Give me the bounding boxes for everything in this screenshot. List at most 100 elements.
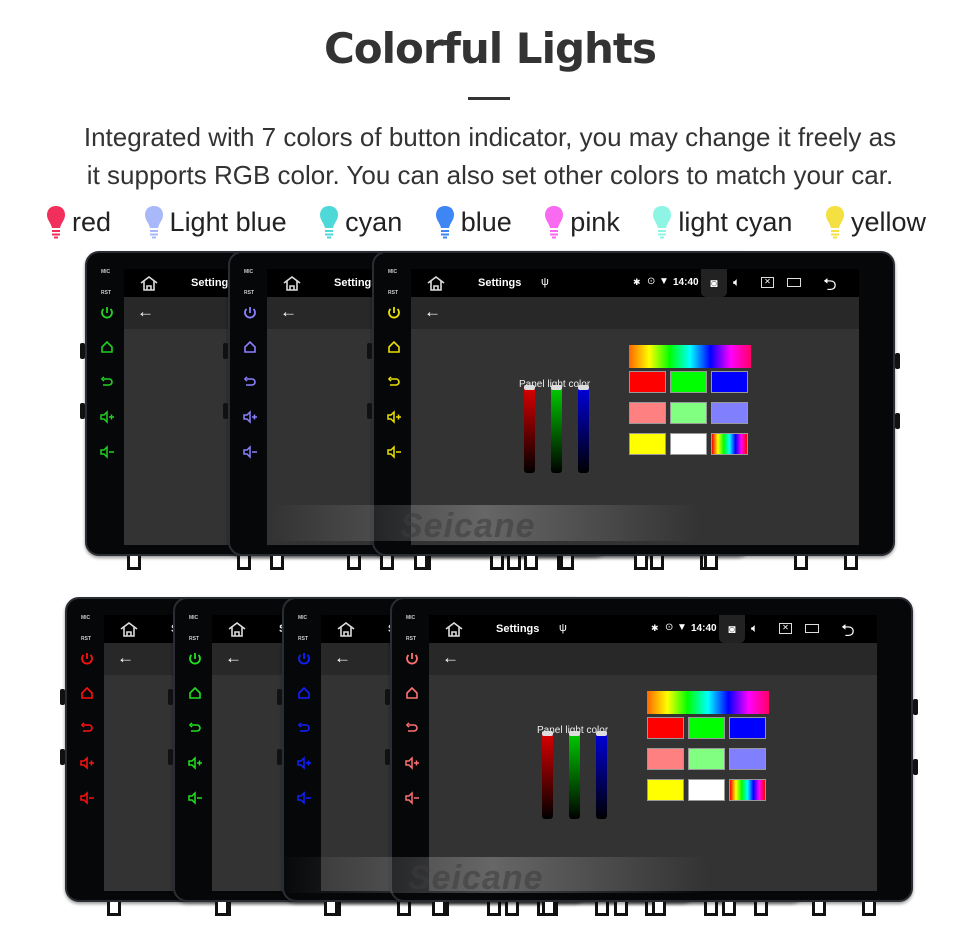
back-arrow-icon[interactable]: ← <box>117 648 134 668</box>
home-icon[interactable] <box>139 275 159 291</box>
rgb-slider[interactable] <box>542 731 553 819</box>
volume-up-icon[interactable] <box>187 755 203 771</box>
color-swatch[interactable] <box>688 748 725 770</box>
back-icon[interactable] <box>79 720 95 736</box>
volume-up-icon[interactable] <box>79 755 95 771</box>
volume-icon[interactable]: 🔈︎ <box>733 275 740 290</box>
color-swatch[interactable] <box>688 717 725 739</box>
home-icon[interactable] <box>386 339 402 355</box>
rst-label[interactable]: RST <box>298 636 308 642</box>
home-icon[interactable] <box>242 339 258 355</box>
color-swatch[interactable] <box>729 717 766 739</box>
home-icon[interactable] <box>296 685 312 701</box>
color-swatch[interactable] <box>711 402 748 424</box>
color-swatch[interactable] <box>647 779 684 801</box>
home-icon[interactable] <box>336 621 356 637</box>
slider-handle[interactable] <box>524 385 535 390</box>
color-swatch[interactable] <box>729 748 766 770</box>
back-icon[interactable] <box>99 374 115 390</box>
color-swatch[interactable] <box>670 402 707 424</box>
volume-up-icon[interactable] <box>99 409 115 425</box>
power-icon[interactable] <box>386 304 402 320</box>
volume-down-icon[interactable] <box>296 790 312 806</box>
color-swatch[interactable] <box>629 371 666 393</box>
volume-down-icon[interactable] <box>79 790 95 806</box>
volume-down-icon[interactable] <box>242 444 258 460</box>
home-icon[interactable] <box>444 621 464 637</box>
slider-handle[interactable] <box>596 731 607 736</box>
slider-handle[interactable] <box>542 731 553 736</box>
power-icon[interactable] <box>99 304 115 320</box>
volume-up-icon[interactable] <box>386 409 402 425</box>
home-icon[interactable] <box>79 685 95 701</box>
back-icon[interactable] <box>296 720 312 736</box>
rst-label[interactable]: RST <box>244 290 254 296</box>
color-swatch[interactable] <box>729 779 766 801</box>
color-swatch[interactable] <box>688 779 725 801</box>
power-icon[interactable] <box>242 304 258 320</box>
rgb-slider[interactable] <box>551 385 562 473</box>
home-icon[interactable] <box>119 621 139 637</box>
home-icon[interactable] <box>99 339 115 355</box>
rgb-slider[interactable] <box>596 731 607 819</box>
rst-label[interactable]: RST <box>101 290 111 296</box>
color-swatch[interactable] <box>629 402 666 424</box>
back-arrow-icon[interactable]: ← <box>442 648 459 668</box>
volume-up-icon[interactable] <box>296 755 312 771</box>
volume-up-icon[interactable] <box>242 409 258 425</box>
camera-icon[interactable]: ◙ <box>719 615 745 643</box>
rst-label[interactable]: RST <box>189 636 199 642</box>
rainbow-bar[interactable] <box>647 691 769 714</box>
back-icon[interactable] <box>404 720 420 736</box>
rst-label[interactable]: RST <box>406 636 416 642</box>
volume-down-icon[interactable] <box>404 790 420 806</box>
back-icon[interactable] <box>386 374 402 390</box>
color-swatch[interactable] <box>670 371 707 393</box>
color-swatch[interactable] <box>670 433 707 455</box>
mounting-tab <box>270 556 284 570</box>
close-window-icon[interactable]: ✕ <box>761 277 774 288</box>
legend-item-yellow: yellow <box>825 205 926 239</box>
volume-up-icon[interactable] <box>404 755 420 771</box>
back-icon[interactable] <box>242 374 258 390</box>
back-arrow-icon[interactable]: ← <box>137 302 154 322</box>
color-swatch[interactable] <box>647 748 684 770</box>
recent-apps-icon[interactable] <box>787 278 801 287</box>
color-swatch[interactable] <box>711 371 748 393</box>
volume-down-icon[interactable] <box>386 444 402 460</box>
back-arrow-icon[interactable]: ← <box>225 648 242 668</box>
back-icon[interactable] <box>187 720 203 736</box>
color-swatch[interactable] <box>647 717 684 739</box>
close-window-icon[interactable]: ✕ <box>779 623 792 634</box>
back-arrow-icon[interactable]: ← <box>424 302 441 322</box>
back-arrow-icon[interactable]: ← <box>280 302 297 322</box>
power-icon[interactable] <box>296 650 312 666</box>
slider-handle[interactable] <box>569 731 580 736</box>
volume-icon[interactable]: 🔈︎ <box>751 621 758 636</box>
home-icon[interactable] <box>187 685 203 701</box>
slider-handle[interactable] <box>551 385 562 390</box>
rst-label[interactable]: RST <box>388 290 398 296</box>
rgb-slider[interactable] <box>578 385 589 473</box>
home-icon[interactable] <box>282 275 302 291</box>
camera-icon[interactable]: ◙ <box>701 269 727 297</box>
mounting-tab <box>652 902 666 916</box>
screen: Settings ψ ✱ ⊙ ▼ 14:40 ◙ 🔈︎ ✕ ⮌ ← Panel … <box>411 269 859 545</box>
volume-down-icon[interactable] <box>187 790 203 806</box>
slider-handle[interactable] <box>578 385 589 390</box>
power-icon[interactable] <box>187 650 203 666</box>
power-icon[interactable] <box>404 650 420 666</box>
home-icon[interactable] <box>404 685 420 701</box>
color-swatch[interactable] <box>629 433 666 455</box>
rgb-slider[interactable] <box>569 731 580 819</box>
rainbow-bar[interactable] <box>629 345 751 368</box>
home-icon[interactable] <box>227 621 247 637</box>
rst-label[interactable]: RST <box>81 636 91 642</box>
rgb-slider[interactable] <box>524 385 535 473</box>
recent-apps-icon[interactable] <box>805 624 819 633</box>
back-arrow-icon[interactable]: ← <box>334 648 351 668</box>
color-swatch[interactable] <box>711 433 748 455</box>
home-icon[interactable] <box>426 275 446 291</box>
volume-down-icon[interactable] <box>99 444 115 460</box>
power-icon[interactable] <box>79 650 95 666</box>
